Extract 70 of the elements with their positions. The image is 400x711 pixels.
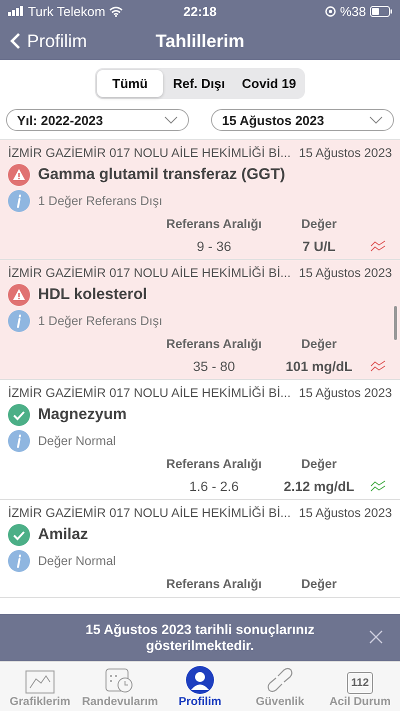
result-date: 15 Ağustos 2023 — [298, 146, 392, 160]
info-icon — [8, 430, 30, 452]
result-date: 15 Ağustos 2023 — [298, 506, 392, 520]
segment-tab[interactable]: Tümü — [97, 70, 163, 97]
scrollbar — [394, 306, 397, 340]
screen-title: Tahlillerim — [156, 30, 244, 52]
test-name: Magnezyum — [38, 406, 127, 424]
emergency-number-icon: 112 — [347, 672, 373, 694]
lab-name: İZMİR GAZİEMİR 017 NOLU AİLE HEKİMLİĞİ Bİ... — [8, 266, 291, 280]
battery-percent: %38 — [340, 4, 366, 18]
toast-message: 15 Ağustos 2023 tarihli sonuçlarınız gösterilmektedir. — [84, 622, 316, 654]
reference-range: 9 - 36 — [196, 238, 232, 254]
warning-icon — [8, 284, 30, 306]
chevron-down-icon — [369, 116, 383, 124]
reference-range: 35 - 80 — [192, 358, 236, 374]
check-icon — [8, 404, 30, 426]
value-header: Değer — [300, 337, 338, 351]
status-note: 1 Değer Referans Dışı — [38, 314, 162, 328]
line-chart-icon — [25, 670, 55, 694]
chevron-down-icon — [164, 116, 178, 124]
status-note: 1 Değer Referans Dışı — [38, 194, 162, 208]
result-card[interactable]: İZMİR GAZİEMİR 017 NOLU AİLE HEKİMLİĞİ Bİ... 15 Ağustos 2023 HDL kolesterol 1 Değer Referans Dışı Referans Aralığı Değer 35 - 80 101 mg/dL — [0, 260, 400, 380]
back-button[interactable]: Profilim — [10, 30, 88, 52]
trend-icon[interactable] — [370, 240, 386, 252]
range-header: Referans Aralığı — [165, 217, 263, 231]
status-note: Değer Normal — [38, 434, 116, 448]
person-icon — [186, 666, 214, 694]
lab-name: İZMİR GAZİEMİR 017 NOLU AİLE HEKİMLİĞİ Bİ... — [8, 386, 291, 400]
segment-tab[interactable]: Ref. Dışı — [163, 70, 235, 97]
value-header: Değer — [300, 577, 338, 591]
wifi-icon — [109, 6, 124, 16]
trend-icon[interactable] — [370, 360, 386, 372]
link-icon — [266, 666, 294, 694]
check-icon — [8, 524, 30, 546]
info-icon — [8, 550, 30, 572]
value-header: Değer — [300, 457, 338, 471]
range-header: Referans Aralığı — [165, 457, 263, 471]
result-value: 2.12 mg/dL — [282, 478, 356, 494]
carrier-name: Turk Telekom — [28, 4, 106, 18]
lab-name: İZMİR GAZİEMİR 017 NOLU AİLE HEKİMLİĞİ Bİ... — [8, 146, 291, 160]
filter-dropdown[interactable]: 15 Ağustos 2023 — [211, 109, 394, 131]
result-card[interactable]: İZMİR GAZİEMİR 017 NOLU AİLE HEKİMLİĞİ Bİ... 15 Ağustos 2023 Gamma glutamil transferaz (GGT) 1 Değer Referans Dışı Referans Aralığı Değer 9 - 36 7 U/L — [0, 140, 400, 260]
warning-icon — [8, 164, 30, 186]
signal-icon — [8, 6, 24, 16]
back-chevron-icon — [10, 32, 21, 50]
test-name: HDL kolesterol — [38, 286, 148, 304]
tab-bar-item[interactable]: 112 Acil Durum — [320, 662, 400, 711]
test-name: Gamma glutamil transferaz (GGT) — [38, 166, 286, 184]
reference-range: 1.6 - 2.6 — [188, 478, 240, 494]
info-icon — [8, 190, 30, 212]
range-header: Referans Aralığı — [165, 337, 263, 351]
result-date: 15 Ağustos 2023 — [298, 266, 392, 280]
value-header: Değer — [300, 217, 338, 231]
status-note: Değer Normal — [38, 554, 116, 568]
result-value: 101 mg/dL — [284, 358, 354, 374]
trend-icon[interactable] — [370, 480, 386, 492]
close-icon[interactable] — [368, 629, 384, 645]
clock-time: 22:18 — [183, 4, 217, 18]
lab-name: İZMİR GAZİEMİR 017 NOLU AİLE HEKİMLİĞİ Bİ... — [8, 506, 291, 520]
tab-bar-item[interactable]: Profilim — [160, 662, 240, 711]
rotation-lock-icon — [324, 6, 336, 16]
range-header: Referans Aralığı — [165, 577, 263, 591]
calendar-clock-icon — [105, 666, 135, 694]
result-value: 7 U/L — [301, 238, 336, 254]
result-date: 15 Ağustos 2023 — [298, 386, 392, 400]
segment-tab[interactable]: Covid 19 — [235, 70, 303, 97]
info-icon — [8, 310, 30, 332]
filter-dropdown[interactable]: Yıl: 2022-2023 — [6, 109, 189, 131]
test-name: Amilaz — [38, 526, 88, 544]
battery-icon — [370, 6, 392, 16]
